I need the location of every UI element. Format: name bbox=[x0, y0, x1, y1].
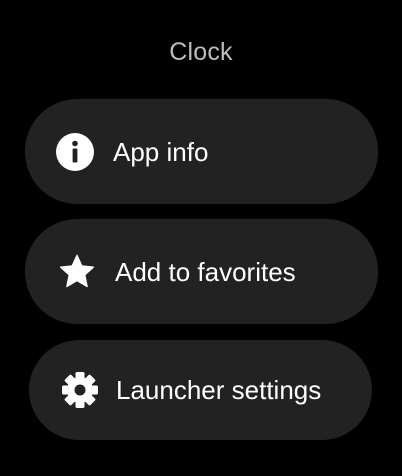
app-title: Clock bbox=[169, 38, 233, 66]
star-icon bbox=[58, 254, 96, 290]
app-info-button[interactable]: App info bbox=[25, 99, 378, 204]
launcher-settings-button[interactable]: Launcher settings bbox=[29, 340, 372, 440]
info-icon bbox=[56, 132, 94, 171]
add-to-favorites-button[interactable]: Add to favorites bbox=[25, 219, 378, 324]
app-info-label: App info bbox=[113, 136, 209, 167]
add-to-favorites-label: Add to favorites bbox=[115, 256, 296, 287]
launcher-settings-label: Launcher settings bbox=[116, 375, 322, 405]
gear-icon bbox=[60, 370, 100, 410]
